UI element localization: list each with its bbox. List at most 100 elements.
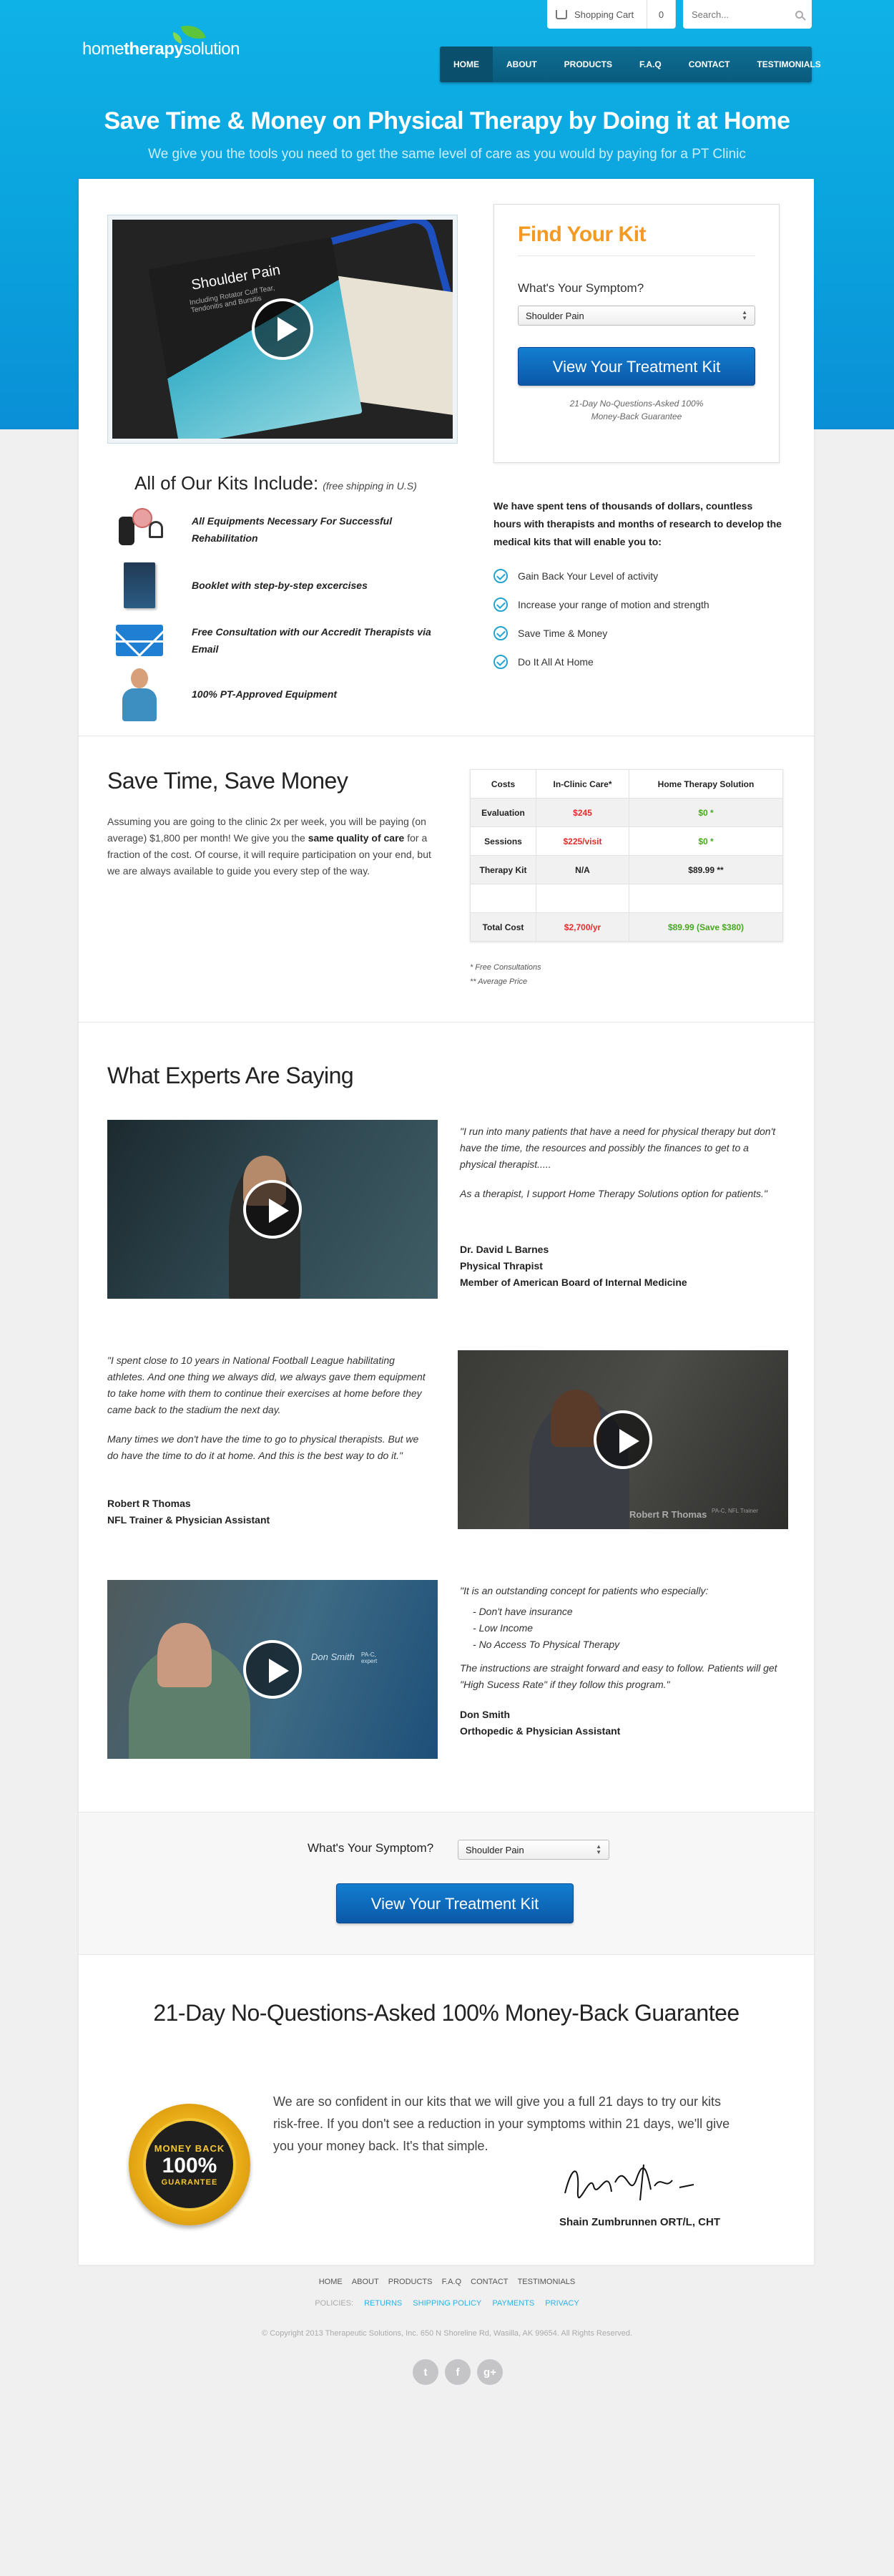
quote-bullet: Low Income [473,1620,778,1636]
view-treatment-kit-button[interactable]: View Your Treatment Kit [518,347,755,386]
benefit-text: Gain Back Your Level of activity [518,570,659,582]
table-cell: $89.99 ** [629,855,783,884]
footer-link-testimonials[interactable]: TESTIMONIALS [518,2278,576,2286]
play-icon[interactable] [252,298,313,360]
kits-title-text: All of Our Kits Include: [134,472,319,494]
utility-bar: Shopping Cart 0 [547,0,812,29]
table-cell: $0 * [629,826,783,856]
twitter-icon[interactable]: t [413,2359,438,2385]
benefit-item: Do It All At Home [493,655,594,669]
logo-text-therapy: therapy [124,39,184,59]
nav-about[interactable]: ABOUT [493,47,551,82]
table-row: Total Cost $2,700/yr $89.99 (Save $380) [470,912,783,942]
table-cell: Sessions [470,826,536,856]
find-kit-title: Find Your Kit [518,223,755,256]
table-row [470,884,783,913]
expert-role: Physical Thrapist [460,1260,543,1272]
main-nav: HOME ABOUT PRODUCTS F.A.Q CONTACT TESTIM… [440,47,821,82]
table-cell: $89.99 (Save $380) [629,912,783,942]
therapist-icon [107,668,172,721]
nav-contact[interactable]: CONTACT [675,47,744,82]
signature-image [564,2164,694,2201]
table-header: In-Clinic Care* [536,769,629,799]
kits-title: All of Our Kits Include: (free shipping i… [134,472,417,494]
nav-testimonials[interactable]: TESTIMONIALS [743,47,834,82]
table-cell [536,884,629,913]
shopping-cart-button[interactable]: Shopping Cart 0 [547,0,676,29]
product-video[interactable]: Shoulder Pain Including Rotator Cuff Tea… [107,215,458,444]
nav-home[interactable]: HOME [440,47,493,82]
quote-text: "It is an outstanding concept for patien… [460,1585,709,1596]
badge-inner: MONEY BACK 100% GUARANTEE [143,2118,236,2211]
expert-name: Dr. David L Barnes [460,1244,549,1255]
signer-name: Shain Zumbrunnen ORT/L, CHT [559,2216,720,2228]
money-back-badge-icon: MONEY BACK 100% GUARANTEE [129,2104,250,2225]
table-note: * Free Consultations [470,963,541,972]
benefit-text: Increase your range of motion and streng… [518,599,709,610]
table-row: Evaluation $245 $0 * [470,798,783,827]
search-icon[interactable] [795,10,803,19]
table-cell: Evaluation [470,798,536,827]
badge-text: MONEY BACK [154,2142,225,2154]
expert-role: Orthopedic & Physician Assistant [460,1725,621,1737]
expert-video-1[interactable] [107,1120,438,1299]
hero-subtitle: We give you the tools you need to get th… [148,147,746,162]
badge-text: GUARANTEE [161,2177,218,2187]
video-caption: Don Smith [311,1652,355,1662]
footer-link-contact[interactable]: CONTACT [471,2278,508,2286]
search-input[interactable] [692,9,785,20]
table-cell: $245 [536,798,629,827]
savings-text-bold: same quality of care [308,832,405,844]
nav-faq[interactable]: F.A.Q [626,47,675,82]
policy-link-returns[interactable]: RETURNS [364,2299,402,2308]
experts-title: What Experts Are Saying [107,1063,354,1088]
footer-copyright: © Copyright 2013 Therapeutic Solutions, … [261,2329,633,2338]
footer-link-home[interactable]: HOME [319,2278,343,2286]
guarantee-note: 21-Day No-Questions-Asked 100% Money-Bac… [569,399,704,421]
table-row: Therapy Kit N/A $89.99 ** [470,855,783,884]
quote-text: "I run into many patients that have a ne… [460,1126,776,1170]
table-cell: N/A [536,855,629,884]
guarantee-text: We are so confident in our kits that we … [273,2094,730,2153]
footer-link-faq[interactable]: F.A.Q [442,2278,462,2286]
expert-video-3[interactable]: Don Smith PA-C, expert [107,1580,438,1759]
research-text: We have spent tens of thousands of dolla… [493,500,782,547]
nav-products[interactable]: PRODUCTS [551,47,626,82]
benefit-item: Gain Back Your Level of activity [493,569,658,583]
symptom-select[interactable]: Shoulder Pain ▲ ▼ [518,306,755,326]
kit-item: All Equipments Necessary For Successful … [107,504,472,555]
cta-symptom-select[interactable]: Shoulder Pain ▲ ▼ [458,1840,609,1860]
benefit-item: Increase your range of motion and streng… [493,597,709,612]
logo-text-solution: solution [183,39,240,59]
cart-count: 0 [647,0,675,29]
policy-link-privacy[interactable]: PRIVACY [545,2299,579,2308]
video-caption: Robert R Thomas [629,1509,707,1520]
table-notes: * Free Consultations ** Average Price [470,960,541,989]
expert-name: Don Smith [460,1709,510,1720]
expert-role: NFL Trainer & Physician Assistant [107,1514,270,1526]
quote-text: Many times we don't have the time to go … [107,1433,419,1461]
facebook-icon[interactable]: f [445,2359,471,2385]
benefit-text: Save Time & Money [518,628,608,639]
footer-link-products[interactable]: PRODUCTS [388,2278,433,2286]
cart-icon [556,9,567,19]
google-plus-icon[interactable]: g+ [477,2359,503,2385]
hero-title: Save Time & Money on Physical Therapy by… [104,107,790,135]
section-divider [79,1022,814,1023]
quote-text: The instructions are straight forward an… [460,1662,777,1690]
cost-comparison-table: Costs In-Clinic Care* Home Therapy Solut… [470,769,783,942]
kit-item: 100% PT-Approved Equipment [107,668,472,721]
play-icon[interactable] [594,1410,652,1469]
cart-label: Shopping Cart [574,9,634,20]
play-icon[interactable] [243,1640,302,1699]
policy-link-shipping[interactable]: SHIPPING POLICY [413,2299,481,2308]
expert-video-2[interactable]: Robert R Thomas PA-C, NFL Trainer [458,1350,788,1529]
benefit-item: Save Time & Money [493,626,607,640]
policy-link-payments[interactable]: PAYMENTS [492,2299,534,2308]
cta-view-kit-button[interactable]: View Your Treatment Kit [336,1883,574,1923]
logo-text-home: home [82,39,124,59]
footer-link-about[interactable]: ABOUT [352,2278,379,2286]
quote-text: As a therapist, I support Home Therapy S… [460,1188,767,1199]
play-icon[interactable] [243,1180,302,1239]
site-logo[interactable]: hometherapysolution [82,21,240,59]
